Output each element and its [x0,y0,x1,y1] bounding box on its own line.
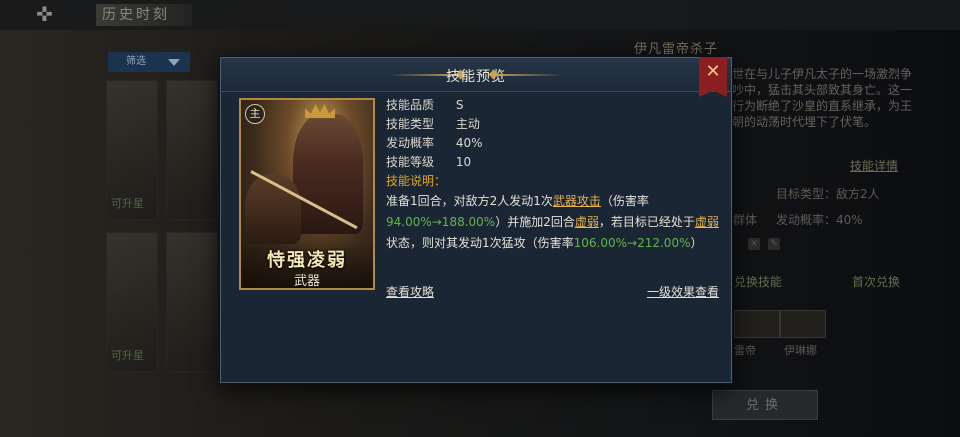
skill-name: 恃强凌弱 [267,250,347,271]
edit-icon[interactable]: ✎ [768,238,780,250]
exchange-button[interactable]: 兑换 [712,390,818,420]
level1-effect-link[interactable]: 一级效果查看 [647,283,719,300]
stat-value: 10 [455,155,472,169]
upgrade-tag: 可升星 [111,349,144,362]
general-name: 雷帝 [734,344,756,357]
weapon-attack-link[interactable]: 武器攻击 [553,194,601,208]
stat-value: 主动 [455,117,480,131]
desc-text: ） [690,236,703,250]
event-card[interactable]: 可升星 [106,232,158,372]
general-name: 伊琳娜 [784,344,817,357]
weaken-link[interactable]: 虚弱 [695,215,719,229]
event-card[interactable] [166,232,218,372]
stat-quality: 技能品质 S [386,96,483,115]
desc-text: 状态，则对其发动1次猛攻（伤害率 [386,236,574,250]
event-description: 世在与儿子伊凡太子的一场激烈争吵中，猛击其头部致其身亡。这一行为断绝了沙皇的直系… [732,67,912,129]
desc-text: （伤害率 [600,194,649,208]
general-portrait[interactable] [780,310,826,338]
event-title: 伊凡雷帝杀子 [634,42,719,57]
event-card[interactable]: 可升星 [106,80,158,220]
damage-rate-value: 106.00%→212.00% [573,236,691,250]
partial-label: 群体 [733,213,758,227]
stat-key: 技能类型 [386,117,435,131]
stat-rate: 发动概率 40% [386,134,483,153]
dialog-header: 技能预览 [221,58,731,92]
desc-text: ）并施加2回合 [495,215,575,229]
header-title: 历史时刻 [96,4,192,26]
crown-shape [305,104,335,118]
stat-key: 技能等级 [386,155,435,169]
desc-text: 准备1回合，对敌方2人发动1次 [386,194,553,208]
damage-rate-value: 94.00%→188.00% [386,215,496,229]
stat-value: S [455,98,464,112]
stat-type: 技能类型 主动 [386,115,483,134]
general-portrait[interactable] [734,310,780,338]
stat-value: 40% [455,136,483,150]
emblem-icon[interactable]: ✜ [36,2,53,26]
close-small-icon[interactable]: ✕ [748,238,760,250]
dropdown-arrow-icon [168,59,180,66]
event-card[interactable] [166,80,218,220]
title-ornament [493,74,563,76]
exchange-skill-label: 兑换技能 [734,275,783,289]
weaken-link[interactable]: 虚弱 [575,215,599,229]
view-guide-link[interactable]: 查看攻略 [386,283,434,300]
main-skill-badge: 主 [245,104,265,124]
first-exchange-label: 首次兑换 [852,275,901,289]
target-type: 目标类型：敌方2人 [776,187,880,201]
skill-desc-label: 技能说明： [386,174,447,188]
skill-description: 准备1回合，对敌方2人发动1次武器攻击（伤害率 94.00%→188.00%）并施… [386,191,722,254]
king-figure [293,114,363,234]
upgrade-tag: 可升星 [111,197,144,210]
dialog-title: 技能预览 [446,69,506,85]
stat-level: 技能等级 10 [386,153,483,172]
filter-dropdown[interactable]: 筛选 [108,52,190,72]
trigger-rate: 发动概率：40% [776,213,863,227]
skill-preview-dialog: 技能预览 ✕ 主 恃强凌弱 武器 技能品质 S 技能类型 主动 发动概率 40%… [220,57,732,383]
stat-key: 技能品质 [386,98,435,112]
crossed-swords-icon: ✕ [705,61,721,82]
skill-details-link[interactable]: 技能详情 [850,157,898,174]
skill-type: 武器 [293,274,320,289]
filter-label: 筛选 [126,56,146,67]
stat-key: 发动概率 [386,136,435,150]
desc-text: ，若目标已经处于 [598,215,695,229]
skill-card-art: 主 恃强凌弱 武器 [239,98,375,290]
skill-stats: 技能品质 S 技能类型 主动 发动概率 40% 技能等级 10 [386,96,483,172]
